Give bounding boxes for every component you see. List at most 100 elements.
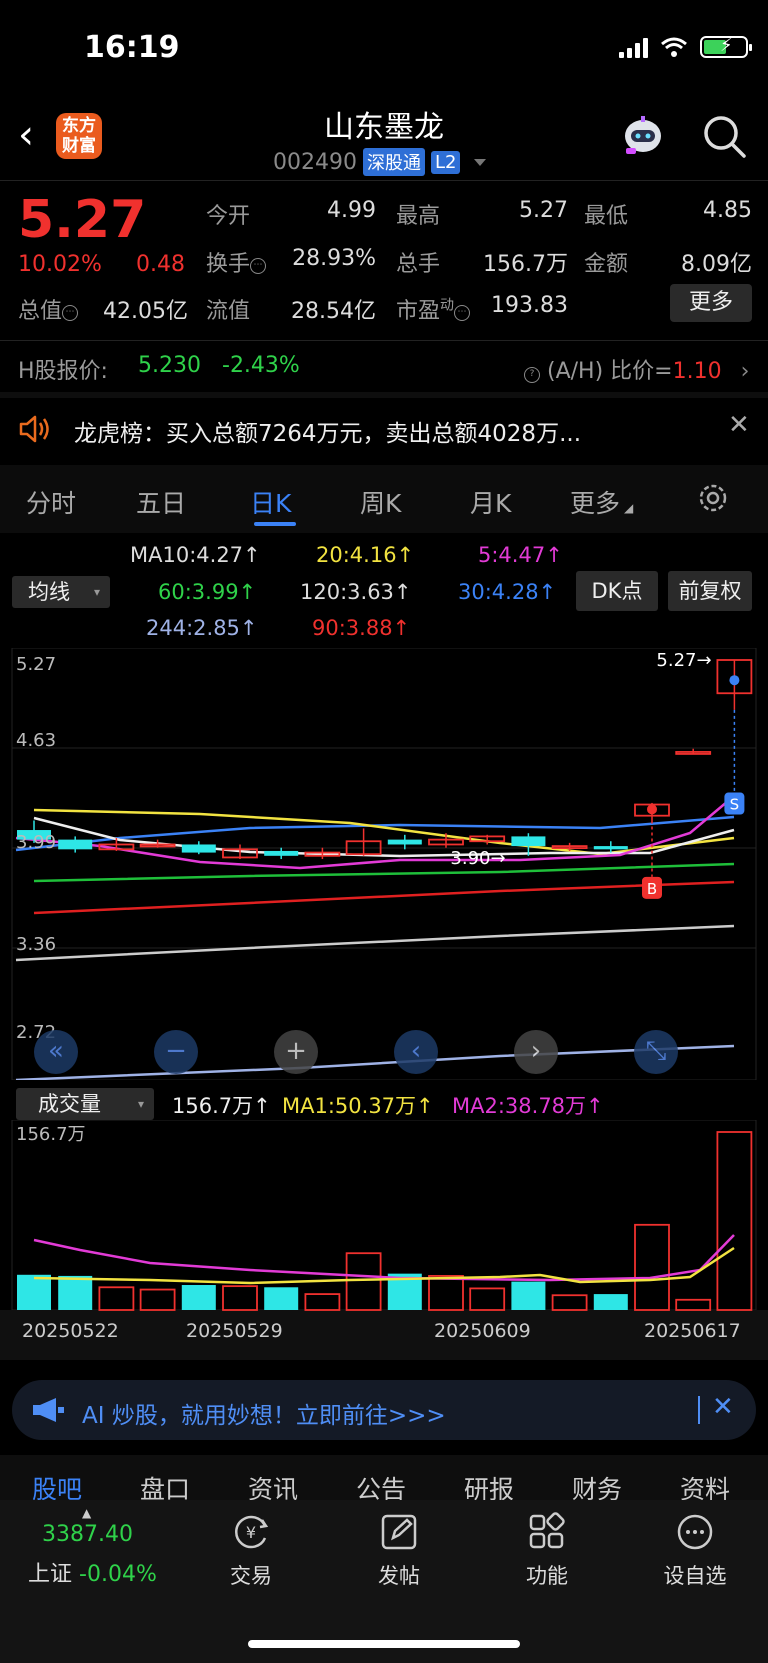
index-value[interactable]: 3387.40 (42, 1522, 133, 1547)
close-icon[interactable]: ✕ (712, 1392, 734, 1422)
adjust-button[interactable]: 前复权 (668, 571, 752, 611)
nav-functions-label: 功能 (526, 1564, 568, 1588)
scroll-right-icon[interactable]: › (514, 1030, 558, 1074)
signal-icon (619, 36, 648, 58)
candle-body (387, 839, 422, 845)
zoom-left-fast-icon[interactable]: « (34, 1030, 78, 1074)
open-label: 今开 (206, 204, 251, 229)
ma120-value: 120:3.63↑ (300, 580, 412, 604)
nav-trade[interactable]: ¥ 交易 (196, 1508, 306, 1590)
ma10-value: MA10:4.27↑ (130, 543, 261, 567)
date-label: 20250617 (644, 1320, 741, 1342)
kline-chart[interactable]: 5.27→ S B 3.90→ (0, 648, 768, 1080)
turnover-value: 28.93% (292, 246, 376, 271)
tab-intraday[interactable]: 分时 (26, 484, 76, 520)
volume-bar (58, 1275, 93, 1310)
level-tag: L2 (430, 150, 461, 174)
ma90-line (33, 880, 735, 915)
index-pct: -0.04% (79, 1562, 157, 1587)
y-tick-label: 3.99 (16, 832, 57, 853)
mktcap-value: 42.05亿 (103, 299, 188, 324)
info-icon[interactable]: ⋯ (454, 305, 471, 321)
divider (698, 1396, 700, 1424)
close-icon[interactable]: ✕ (728, 410, 750, 440)
zoom-in-icon[interactable]: + (274, 1030, 318, 1074)
longhu-text[interactable]: 龙虎榜：买入总额7264万元，卖出总额4028万... (74, 414, 581, 448)
nav-functions[interactable]: 功能 (492, 1508, 602, 1590)
volume-frame (11, 1120, 757, 1311)
volume-value: 156.7万 (483, 252, 568, 277)
tab-more[interactable]: 更多 ◢ (570, 484, 633, 520)
tab-weekly[interactable]: 周K (360, 484, 401, 520)
volume-bar (181, 1285, 216, 1310)
candle-body (181, 844, 216, 853)
megaphone-icon (33, 1398, 64, 1422)
tab-monthly[interactable]: 月K (470, 484, 511, 520)
pe-label-text: 市盈 (396, 299, 441, 324)
hshare-pct: -2.43% (222, 353, 300, 378)
turnover-label-text: 换手 (206, 252, 251, 277)
chart-annotations: 5.27→ S B 3.90→ (450, 650, 745, 899)
ai-banner-text[interactable]: AI 炒股，就用妙想！立即前往>>> (82, 1396, 446, 1430)
ma90-value: 90:3.88↑ (312, 616, 411, 640)
stock-subtitle[interactable]: 002490 深股通 L2 (273, 148, 487, 176)
caret-up-icon: ▲ (82, 1506, 92, 1520)
index-name: 上证 (28, 1562, 73, 1587)
mktcap-label: 总值 ⋯ (18, 293, 79, 325)
help-icon: ? (524, 367, 540, 383)
volume-axis-max: 156.7万 (16, 1124, 86, 1145)
volume-bar (593, 1294, 628, 1310)
wifi-icon (661, 37, 687, 57)
ma244-line (15, 1044, 735, 1080)
ma5-line (15, 795, 735, 870)
more-button[interactable]: 更多 (670, 284, 752, 322)
date-label: 20250609 (434, 1320, 531, 1342)
home-indicator (248, 1640, 520, 1648)
scroll-left-icon[interactable]: ‹ (394, 1030, 438, 1074)
amount-value: 8.09亿 (681, 252, 752, 277)
float-value: 28.54亿 (291, 299, 376, 324)
volume-bar (98, 1286, 135, 1311)
ma60-line (33, 862, 735, 883)
gear-icon[interactable] (696, 481, 730, 515)
edit-icon (381, 1514, 417, 1550)
pe-label: 市盈动 ⋯ (396, 293, 471, 325)
open-value: 4.99 (327, 198, 376, 223)
volume-bar (139, 1288, 176, 1311)
volume-bar (716, 1131, 753, 1311)
amount-label: 金额 (584, 252, 629, 277)
volume-bar (469, 1287, 506, 1311)
connect-tag: 深股通 (362, 148, 425, 176)
index-row[interactable]: 上证 -0.04% (28, 1556, 157, 1588)
zoom-out-icon[interactable]: − (154, 1030, 198, 1074)
search-icon[interactable] (700, 112, 748, 160)
robot-assistant-icon[interactable] (618, 112, 668, 160)
volume-bars (17, 1131, 753, 1311)
dk-point-button[interactable]: DK点 (576, 571, 658, 611)
date-label: 20250522 (22, 1320, 119, 1342)
turnover-label: 换手 ⋯ (206, 246, 267, 278)
info-icon[interactable]: ⋯ (62, 305, 79, 321)
ah-ratio-row[interactable]: ? (A/H) 比价=1.10 › (524, 353, 749, 385)
nav-post[interactable]: 发帖 (344, 1508, 454, 1590)
ma20-value: 20:4.16↑ (316, 543, 415, 567)
ma5-value: 5:4.47↑ (478, 543, 563, 567)
nav-watchlist[interactable]: 设自选 (640, 1508, 750, 1590)
caret-icon: ◢ (624, 501, 634, 515)
info-icon[interactable]: ⋯ (250, 258, 267, 274)
candle-body (511, 836, 546, 847)
volume-selector[interactable]: 成交量 (16, 1088, 154, 1120)
ma-selector[interactable]: 均线 (12, 576, 110, 608)
volume-bar (304, 1293, 341, 1311)
volume-bar (511, 1281, 546, 1310)
fullscreen-icon[interactable]: ⤡ (634, 1030, 678, 1074)
tab-5day[interactable]: 五日 (136, 484, 186, 520)
tab-daily[interactable]: 日K (250, 484, 291, 520)
buy-badge-text: B (647, 880, 657, 898)
float-label: 流值 (206, 299, 251, 324)
min-price-label: 3.90→ (450, 848, 505, 869)
speaker-icon (19, 415, 49, 443)
nav-post-label: 发帖 (378, 1564, 420, 1588)
yen-cycle-icon: ¥ (235, 1515, 269, 1549)
candle-body (58, 839, 93, 850)
